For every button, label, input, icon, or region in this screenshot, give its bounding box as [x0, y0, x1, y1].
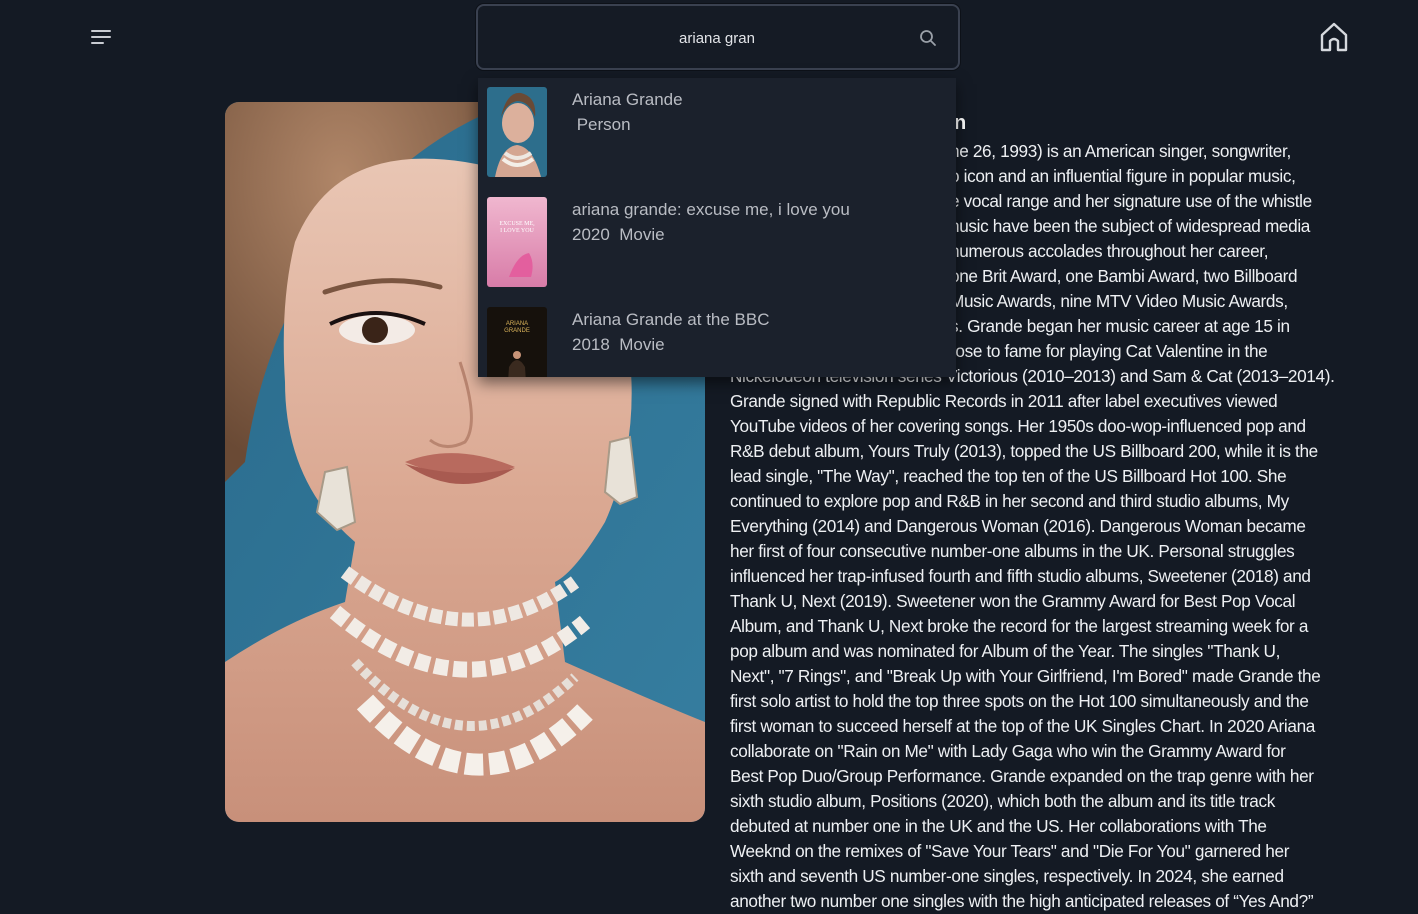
bio-line: Best Pop Duo/Group Performance. Grande e…	[730, 766, 1314, 786]
result-title: ariana grande: excuse me, i love you	[572, 200, 850, 219]
result-subtitle: Person	[572, 115, 631, 134]
poster-title-text: EXCUSE ME,	[499, 221, 535, 227]
bio-line: another two number one singles with the …	[730, 891, 1314, 911]
bio-line: R&B debut album, Yours Truly (2013), top…	[730, 441, 1318, 461]
result-subtitle: 2020 Movie	[572, 225, 665, 244]
svg-text:GRANDE: GRANDE	[504, 328, 530, 334]
bio-line: Grande signed with Republic Records in 2…	[730, 391, 1278, 411]
search-box	[476, 4, 960, 70]
bio-line: her first of four consecutive number-one…	[730, 541, 1295, 561]
bio-line: Thank U, Next (2019). Sweetener won the …	[730, 591, 1296, 611]
result-title: Ariana Grande	[572, 90, 683, 109]
bio-line: influenced her trap-infused fourth and f…	[730, 566, 1311, 586]
search-result-item[interactable]: Ariana Grande Person	[478, 78, 956, 188]
search-result-item[interactable]: EXCUSE ME, I LOVE YOU ariana grande: exc…	[478, 188, 956, 298]
person-thumbnail	[487, 87, 547, 177]
result-title: Ariana Grande at the BBC	[572, 310, 770, 329]
bio-line: Next", "7 Rings", and "Break Up with You…	[730, 666, 1321, 686]
search-input[interactable]	[488, 16, 908, 60]
search-button[interactable]	[918, 28, 938, 48]
svg-text:I LOVE YOU: I LOVE YOU	[500, 228, 534, 234]
bio-line: lead single, "The Way", reached the top …	[730, 466, 1287, 486]
bio-line: continued to explore pop and R&B in her …	[730, 491, 1289, 511]
bio-line: first solo artist to hold the top three …	[730, 691, 1309, 711]
search-result-item[interactable]: ARIANA GRANDE Ariana Grande at the BBC 2…	[478, 298, 956, 377]
bio-line: first woman to succeed herself at the to…	[730, 716, 1316, 736]
result-subtitle: 2018 Movie	[572, 335, 665, 354]
bio-line: collaborate on "Rain on Me" with Lady Ga…	[730, 741, 1286, 761]
home-icon	[1320, 22, 1348, 52]
bio-line: Album, and Thank U, Next broke the recor…	[730, 616, 1309, 636]
movie-poster-thumbnail: EXCUSE ME, I LOVE YOU	[487, 197, 547, 287]
bio-line: sixth studio album, Positions (2020), wh…	[730, 791, 1275, 811]
search-icon	[920, 30, 936, 46]
bio-line: YouTube videos of her covering songs. He…	[730, 416, 1306, 436]
bio-line: Weeknd on the remixes of "Save Your Tear…	[730, 841, 1290, 861]
bio-line: debuted at number one in the UK and the …	[730, 816, 1267, 836]
bio-line: pop album and was nominated for Album of…	[730, 641, 1281, 661]
bio-line: sixth and seventh US number-one singles,…	[730, 866, 1284, 886]
menu-button[interactable]	[86, 23, 116, 53]
bio-line: Everything (2014) and Dangerous Woman (2…	[730, 516, 1306, 536]
home-button[interactable]	[1318, 20, 1350, 54]
poster-title-text: ARIANA	[506, 321, 528, 327]
movie-poster-thumbnail: ARIANA GRANDE	[487, 307, 547, 377]
search-results-dropdown: Ariana Grande Person EXCUSE ME, I LOVE Y…	[478, 78, 956, 377]
